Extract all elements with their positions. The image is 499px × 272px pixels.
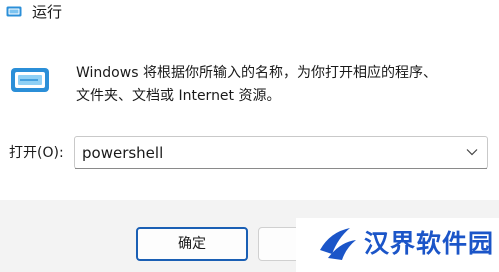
input-underline (75, 168, 487, 169)
logo-icon (320, 228, 356, 260)
watermark-text: 汉界软件园 (364, 229, 495, 258)
open-label: 打开(O): (9, 145, 64, 161)
description-line-2: 文件夹、文档或 Internet 资源。 (76, 88, 281, 104)
window-title: 运行 (32, 3, 63, 21)
run-icon (11, 68, 49, 92)
open-combobox[interactable]: powershell (74, 136, 488, 169)
description-line-1: Windows 将根据你所输入的名称，为你打开相应的程序、 (76, 65, 437, 81)
ok-button[interactable]: 确定 (136, 227, 248, 261)
watermark: 汉界软件园 (296, 218, 499, 272)
run-icon (6, 6, 22, 17)
open-input[interactable]: powershell (82, 143, 163, 163)
chevron-down-icon[interactable] (466, 148, 478, 156)
description: Windows 将根据你所输入的名称，为你打开相应的程序、 文件夹、文档或 In… (76, 62, 486, 108)
title-bar: 运行 (0, 0, 499, 30)
dialog-body: Windows 将根据你所输入的名称，为你打开相应的程序、 文件夹、文档或 In… (0, 30, 499, 200)
